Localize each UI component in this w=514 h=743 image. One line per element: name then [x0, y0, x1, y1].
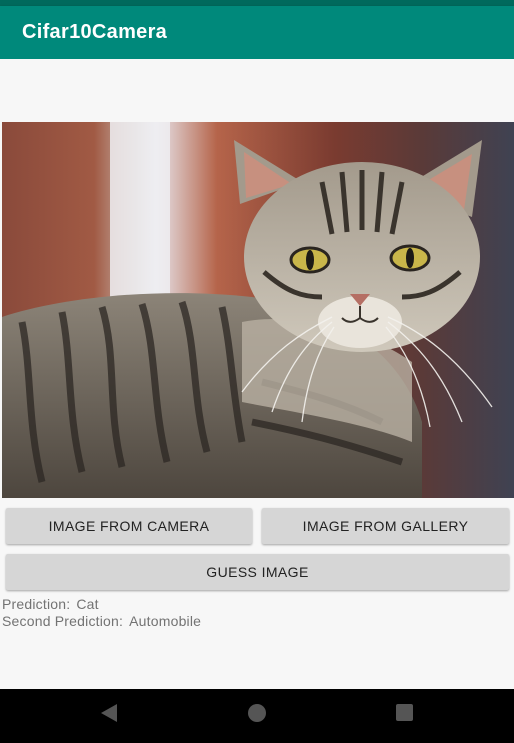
guess-image-button[interactable]: GUESS IMAGE [6, 554, 509, 590]
recents-icon[interactable] [396, 704, 413, 721]
second-prediction-label: Second Prediction: [2, 613, 124, 629]
cat-image [2, 122, 514, 498]
back-icon[interactable] [101, 704, 117, 722]
app-title: Cifar10Camera [22, 21, 168, 43]
main-content [0, 59, 514, 689]
image-from-camera-button[interactable]: IMAGE FROM CAMERA [6, 508, 252, 544]
prediction-text: Prediction: Cat [2, 596, 105, 612]
navigation-bar [0, 689, 514, 743]
prediction-label: Prediction: [2, 596, 71, 612]
home-icon[interactable] [248, 704, 266, 722]
app-bar: Cifar10Camera [0, 6, 514, 59]
prediction-value: Cat [76, 596, 99, 612]
second-prediction-text: Second Prediction: Automobile [2, 613, 207, 629]
image-from-gallery-button[interactable]: IMAGE FROM GALLERY [262, 508, 509, 544]
second-prediction-value: Automobile [129, 613, 202, 629]
